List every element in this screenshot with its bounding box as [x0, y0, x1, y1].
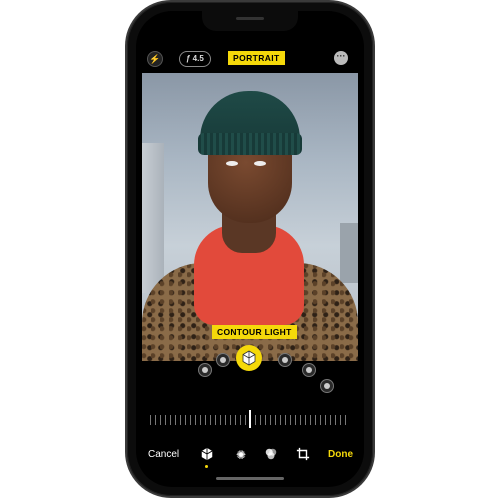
bottom-bar: Cancel ✺ Done — [136, 447, 364, 468]
screen: ⚡ ƒ 4.5 PORTRAIT ··· CONTOUR LIGHT Cance… — [136, 11, 364, 487]
ellipsis-icon[interactable]: ··· — [334, 51, 348, 65]
portrait-photo — [142, 73, 358, 361]
crop-glyph — [296, 447, 310, 461]
done-button[interactable]: Done — [328, 449, 353, 460]
contour-light-option[interactable] — [236, 345, 262, 371]
natural-light-option[interactable] — [198, 363, 212, 377]
crop-rotate-icon[interactable] — [295, 447, 311, 463]
flash-icon[interactable]: ⚡ — [147, 51, 163, 67]
aperture-button[interactable]: ƒ 4.5 — [179, 51, 211, 67]
home-indicator[interactable] — [216, 477, 284, 480]
filters-icon[interactable] — [263, 447, 279, 463]
eye — [226, 161, 238, 166]
stage-light-option[interactable] — [278, 353, 292, 367]
eye — [254, 161, 266, 166]
cancel-button[interactable]: Cancel — [148, 449, 179, 460]
cube-icon — [242, 350, 256, 366]
building — [340, 223, 358, 283]
high-key-light-mono-option[interactable] — [320, 379, 334, 393]
lighting-effect-label: CONTOUR LIGHT — [212, 325, 297, 339]
speaker — [236, 17, 264, 20]
portrait-mode-badge[interactable]: PORTRAIT — [228, 51, 285, 65]
lighting-cube-icon[interactable] — [199, 447, 215, 463]
top-bar: ⚡ ƒ 4.5 PORTRAIT ··· — [136, 47, 364, 69]
active-tool-indicator — [205, 465, 208, 468]
slider-indicator[interactable] — [249, 410, 251, 428]
filters-glyph — [265, 448, 277, 460]
studio-light-option[interactable] — [216, 353, 230, 367]
cube-glyph — [201, 447, 213, 461]
adjust-sun-icon[interactable]: ✺ — [233, 447, 249, 463]
phone-frame: ⚡ ƒ 4.5 PORTRAIT ··· CONTOUR LIGHT Cance… — [127, 2, 373, 496]
notch — [202, 11, 298, 31]
building — [142, 143, 164, 293]
beanie-rib — [198, 133, 302, 155]
stage-light-mono-option[interactable] — [302, 363, 316, 377]
